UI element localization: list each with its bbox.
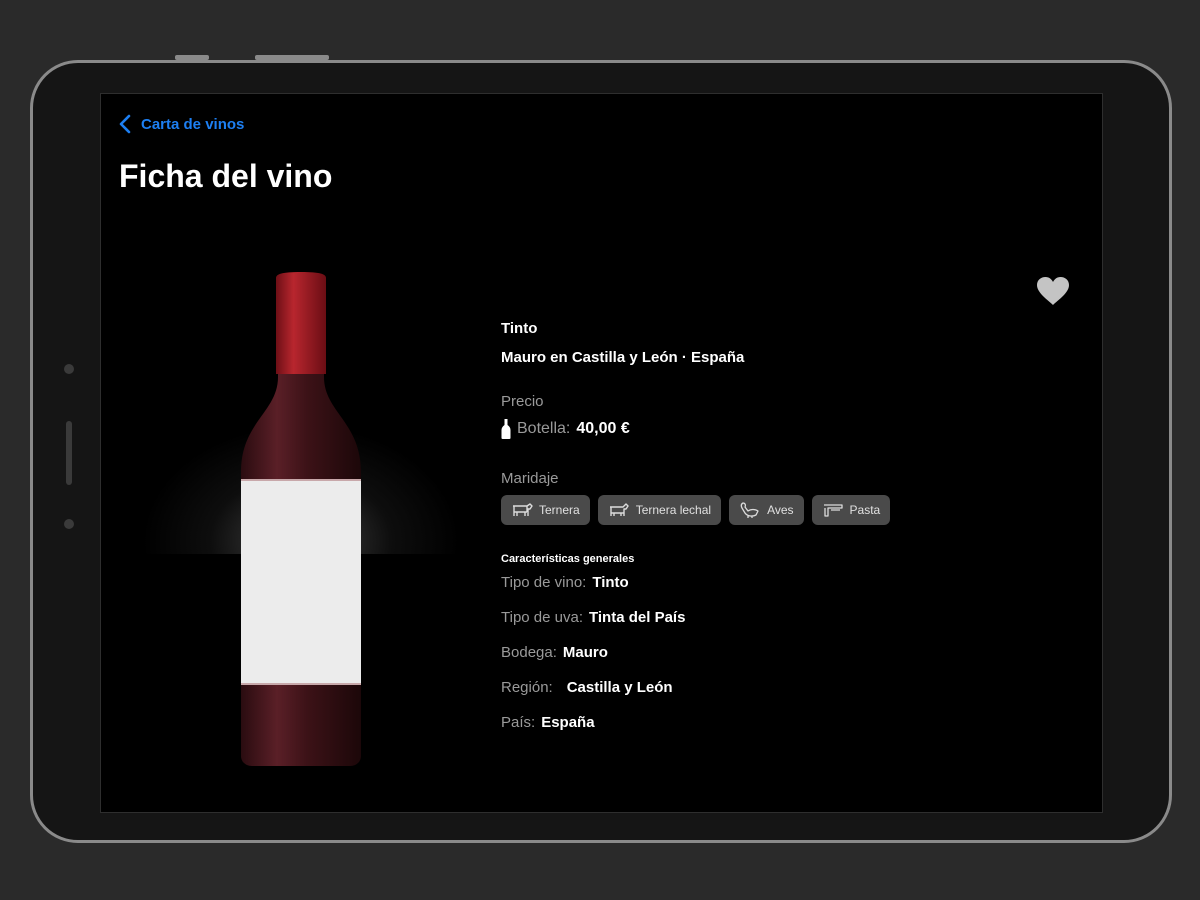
characteristic-value: España <box>541 714 595 731</box>
bottle-price-label: Botella: <box>517 420 571 437</box>
characteristic-row: Tipo de vino: Tinto <box>501 572 1061 607</box>
pairing-chip-label: Pasta <box>849 503 881 517</box>
pairing-chip-pasta[interactable]: Pasta <box>811 495 891 525</box>
characteristic-value: Castilla y León <box>566 679 673 696</box>
bottle-price-value: 40,00 € <box>576 420 630 437</box>
characteristic-row: Bodega: Mauro <box>501 642 1061 677</box>
pairing-chip-label: Ternera lechal <box>635 503 712 517</box>
price-row: Botella: 40,00 € <box>501 419 1061 439</box>
pairing-chip-label: Ternera <box>539 503 580 517</box>
page-title: Ficha del vino <box>119 158 333 194</box>
characteristic-row: País: España <box>501 712 1061 747</box>
pairing-chip-aves[interactable]: Aves <box>729 495 804 525</box>
characteristic-value: Tinta del País <box>589 609 686 626</box>
front-camera <box>64 364 74 374</box>
power-button <box>255 55 329 60</box>
calf-icon <box>609 503 629 516</box>
characteristic-key: País: <box>501 714 536 731</box>
characteristic-key: Región: <box>501 679 553 696</box>
characteristic-row: Región: Castilla y León <box>501 677 1061 712</box>
heart-icon <box>1037 277 1069 305</box>
side-sensor <box>66 421 72 485</box>
characteristic-value: Tinto <box>592 574 629 591</box>
pairing-chip-ternera-lechal[interactable]: Ternera lechal <box>597 495 722 525</box>
chevron-left-icon <box>119 114 131 134</box>
wine-bottle-image <box>241 272 361 766</box>
wine-bottle-icon <box>501 419 511 439</box>
characteristic-row: Tipo de uva: Tinta del País <box>501 607 1061 642</box>
wine-type: Tinto <box>501 320 538 337</box>
pasta-icon <box>823 504 843 517</box>
favorite-button[interactable] <box>1036 276 1070 311</box>
characteristic-key: Bodega: <box>501 644 557 661</box>
characteristic-value: Mauro <box>562 644 608 661</box>
app-screen: Carta de vinos Ficha del vino Tinto Maur… <box>100 93 1103 813</box>
pairing-label: Maridaje <box>501 470 559 487</box>
characteristic-key: Tipo de vino: <box>501 574 587 591</box>
pairing-list: Ternera Ternera lechal Aves Pasta <box>501 495 1061 525</box>
pairing-chip-label: Aves <box>767 503 794 517</box>
characteristic-key: Tipo de uva: <box>501 609 583 626</box>
cow-icon <box>513 503 533 516</box>
side-dot <box>64 519 74 529</box>
wine-info: Tinto Mauro en Castilla y León · España … <box>501 320 1061 747</box>
price-label: Precio <box>501 393 544 410</box>
characteristics-title: Características generales <box>501 553 635 565</box>
back-button[interactable]: Carta de vinos <box>119 114 244 134</box>
bird-icon <box>740 502 759 518</box>
wine-origin: Mauro en Castilla y León · España <box>501 349 745 366</box>
pairing-chip-ternera[interactable]: Ternera <box>501 495 590 525</box>
back-label: Carta de vinos <box>141 115 245 133</box>
volume-button <box>175 55 209 60</box>
